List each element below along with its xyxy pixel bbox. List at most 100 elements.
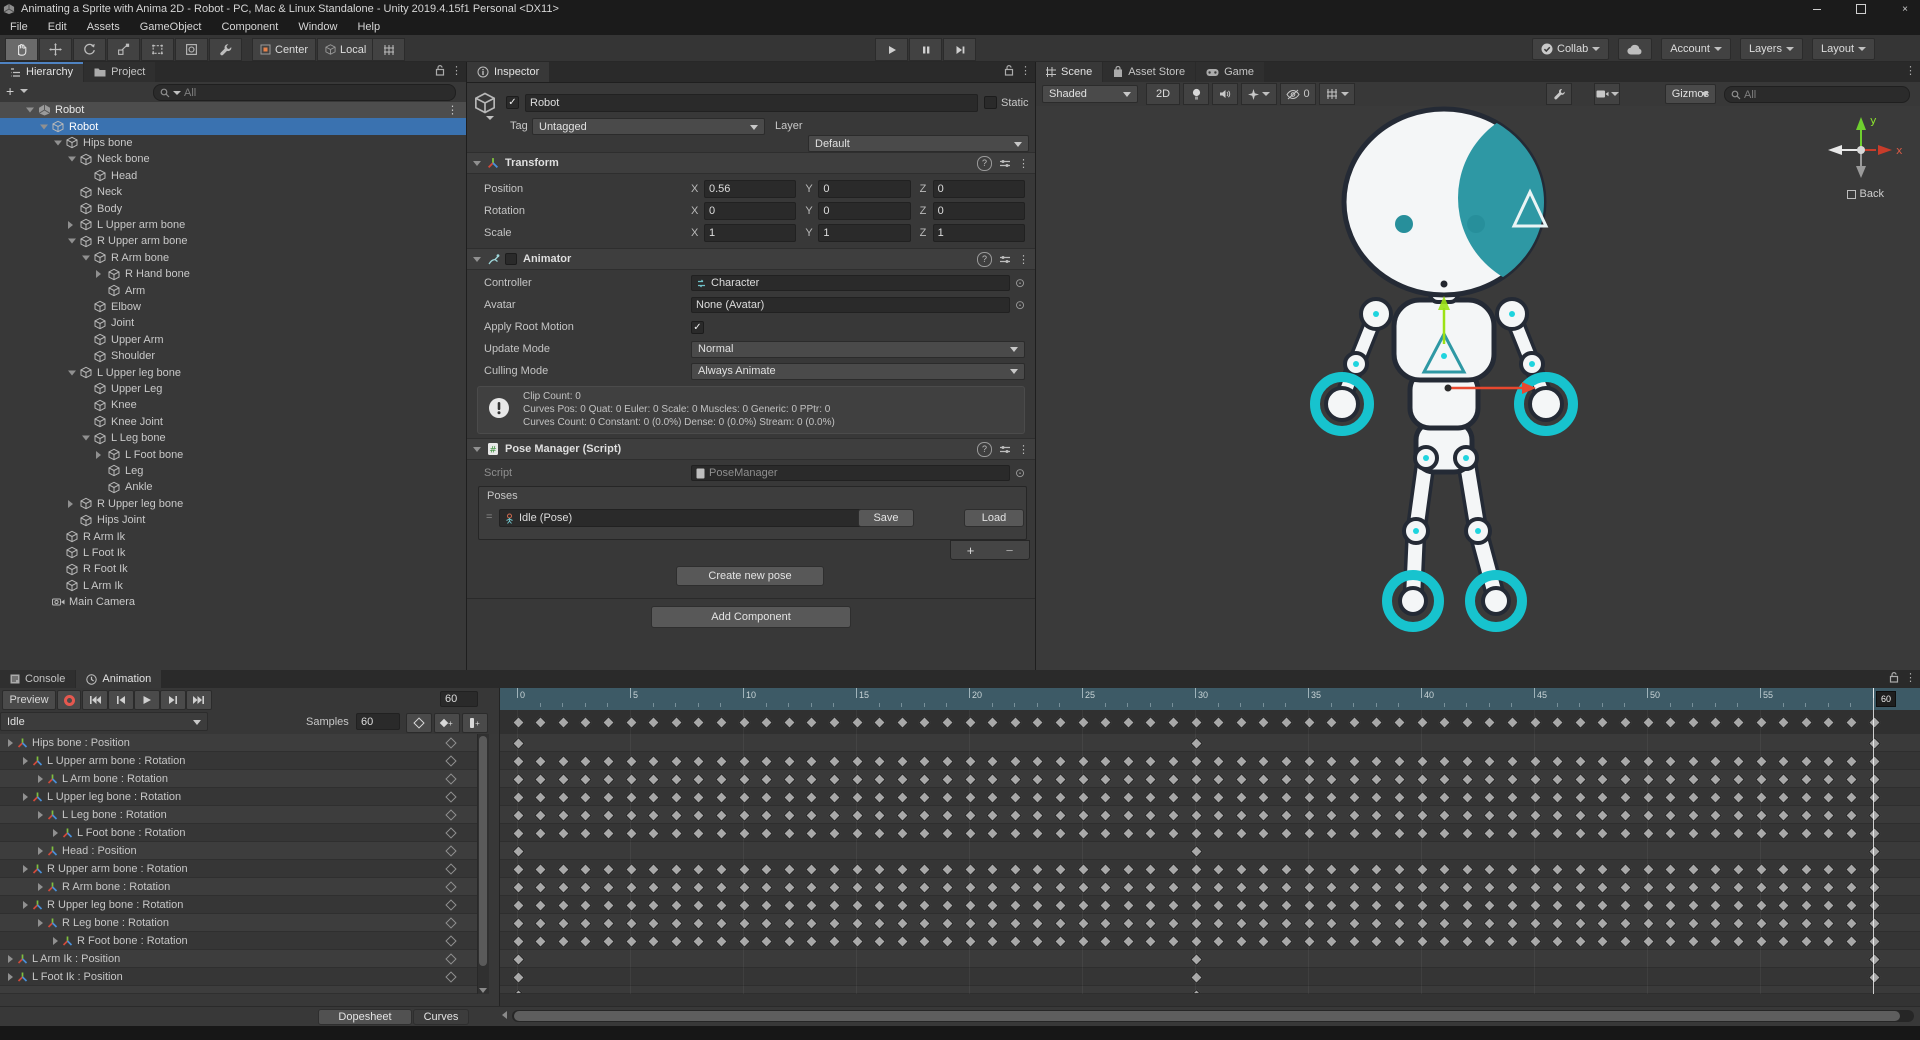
keyframe-diamond[interactable] xyxy=(1845,935,1858,948)
keyframe-diamond[interactable] xyxy=(1551,755,1564,768)
keyframe-diamond[interactable] xyxy=(625,827,638,840)
keyframe-diamond[interactable] xyxy=(1483,881,1496,894)
keyframe-diamond[interactable] xyxy=(760,935,773,948)
keyframe-diamond[interactable] xyxy=(1370,773,1383,786)
controller-field[interactable]: Character xyxy=(691,275,1010,291)
keyframe-diamond[interactable] xyxy=(1099,809,1112,822)
keyframe-diamond[interactable] xyxy=(1416,881,1429,894)
keyframe-diamond[interactable] xyxy=(1122,755,1135,768)
keyframe-diamond[interactable] xyxy=(1416,827,1429,840)
add-keyframe-icon[interactable] xyxy=(445,863,456,874)
keyframe-diamond[interactable] xyxy=(964,755,977,768)
keyframe-diamond[interactable] xyxy=(1551,809,1564,822)
keyframe-rows[interactable] xyxy=(500,734,1920,994)
add-keyframe-icon[interactable] xyxy=(445,827,456,838)
keyframe-diamond[interactable] xyxy=(783,716,796,729)
keyframe-diamond[interactable] xyxy=(1009,827,1022,840)
hierarchy-row[interactable]: R Hand bone xyxy=(0,266,466,282)
hierarchy-row[interactable]: R Arm Ik xyxy=(0,528,466,544)
keyframe-diamond[interactable] xyxy=(941,827,954,840)
keyframe-diamond[interactable] xyxy=(783,773,796,786)
hierarchy-row[interactable]: Head xyxy=(0,168,466,184)
keyframe-diamond[interactable] xyxy=(1009,809,1022,822)
keyframe-diamond[interactable] xyxy=(534,716,547,729)
keyframe-diamond[interactable] xyxy=(1596,773,1609,786)
keyframe-diamond[interactable] xyxy=(1348,935,1361,948)
keyframe-diamond[interactable] xyxy=(1732,773,1745,786)
keyframe-diamond[interactable] xyxy=(738,917,751,930)
menu-file[interactable]: File xyxy=(0,18,38,35)
keyframe-diamond[interactable] xyxy=(557,935,570,948)
keyframe-diamond[interactable] xyxy=(534,791,547,804)
keyframe-diamond[interactable] xyxy=(760,917,773,930)
keyframe-row[interactable] xyxy=(500,842,1920,860)
expand-arrow-icon[interactable] xyxy=(38,919,43,927)
keyframe-row[interactable] xyxy=(500,770,1920,788)
keyframe-diamond[interactable] xyxy=(1212,809,1225,822)
add-keyframe-icon[interactable] xyxy=(445,737,456,748)
keyframe-diamond[interactable] xyxy=(1800,809,1813,822)
keyframe-diamond[interactable] xyxy=(1280,755,1293,768)
lock-icon[interactable] xyxy=(1889,671,1899,684)
keyframe-diamond[interactable] xyxy=(1122,827,1135,840)
keyframe-diamond[interactable] xyxy=(1416,791,1429,804)
next-key-button[interactable] xyxy=(160,690,186,710)
keyframe-diamond[interactable] xyxy=(964,899,977,912)
keyframe-diamond[interactable] xyxy=(1077,881,1090,894)
dopesheet-tab-button[interactable]: Dopesheet xyxy=(318,1009,412,1025)
keyframe-diamond[interactable] xyxy=(1167,881,1180,894)
keyframe-diamond[interactable] xyxy=(1212,881,1225,894)
keyframe-row[interactable] xyxy=(500,914,1920,932)
object-picker-icon[interactable]: ⊙ xyxy=(1015,276,1025,290)
scene-grid-dropdown[interactable] xyxy=(1319,83,1355,105)
keyframe-diamond[interactable] xyxy=(1303,773,1316,786)
keyframe-diamond[interactable] xyxy=(1325,773,1338,786)
animator-header[interactable]: Animator ? ⋮ xyxy=(467,248,1035,270)
keyframe-diamond[interactable] xyxy=(1506,809,1519,822)
keyframe-diamond[interactable] xyxy=(738,716,751,729)
keyframe-diamond[interactable] xyxy=(986,791,999,804)
keyframe-diamond[interactable] xyxy=(1483,716,1496,729)
keyframe-diamond[interactable] xyxy=(1574,917,1587,930)
keyframe-diamond[interactable] xyxy=(1732,917,1745,930)
keyframe-diamond[interactable] xyxy=(738,773,751,786)
keyframe-diamond[interactable] xyxy=(1122,917,1135,930)
keyframe-diamond[interactable] xyxy=(625,773,638,786)
hierarchy-row[interactable]: L Arm Ik xyxy=(0,578,466,594)
keyframe-diamond[interactable] xyxy=(1325,863,1338,876)
keyframe-diamond[interactable] xyxy=(1438,773,1451,786)
keyframe-diamond[interactable] xyxy=(760,809,773,822)
keyframe-diamond[interactable] xyxy=(1687,917,1700,930)
keyframe-diamond[interactable] xyxy=(1099,935,1112,948)
hand-tool-button[interactable] xyxy=(5,38,38,61)
keyframe-diamond[interactable] xyxy=(1167,899,1180,912)
keyframe-diamond[interactable] xyxy=(1551,899,1564,912)
keyframe-diamond[interactable] xyxy=(1190,773,1203,786)
keyframe-diamond[interactable] xyxy=(1574,755,1587,768)
collapse-arrow-icon[interactable] xyxy=(68,239,76,244)
maximize-button[interactable] xyxy=(1854,3,1868,15)
more-options-icon[interactable]: ⋮ xyxy=(447,104,458,117)
keyframe-diamond[interactable] xyxy=(1348,791,1361,804)
keyframe-diamond[interactable] xyxy=(1777,899,1790,912)
keyframe-diamond[interactable] xyxy=(805,899,818,912)
keyframe-diamond[interactable] xyxy=(557,809,570,822)
keyframe-diamond[interactable] xyxy=(964,935,977,948)
expand-arrow-icon[interactable] xyxy=(68,221,73,229)
hierarchy-row[interactable]: Leg xyxy=(0,463,466,479)
expand-arrow-icon[interactable] xyxy=(38,811,43,819)
keyframe-diamond[interactable] xyxy=(1822,881,1835,894)
keyframe-diamond[interactable] xyxy=(1642,809,1655,822)
keyframe-diamond[interactable] xyxy=(692,881,705,894)
keyframe-diamond[interactable] xyxy=(534,773,547,786)
hierarchy-row[interactable]: Main Camera xyxy=(0,594,466,610)
animation-property-row[interactable]: R Arm bone : Rotation xyxy=(0,878,477,896)
add-keyframe-icon[interactable] xyxy=(445,845,456,856)
keyframe-diamond[interactable] xyxy=(760,881,773,894)
keyframe-diamond[interactable] xyxy=(1167,827,1180,840)
keyframe-diamond[interactable] xyxy=(1257,899,1270,912)
keyframe-diamond[interactable] xyxy=(851,935,864,948)
keyframe-diamond[interactable] xyxy=(1257,773,1270,786)
keyframe-diamond[interactable] xyxy=(1845,881,1858,894)
scene-search-input[interactable]: All xyxy=(1724,86,1910,103)
